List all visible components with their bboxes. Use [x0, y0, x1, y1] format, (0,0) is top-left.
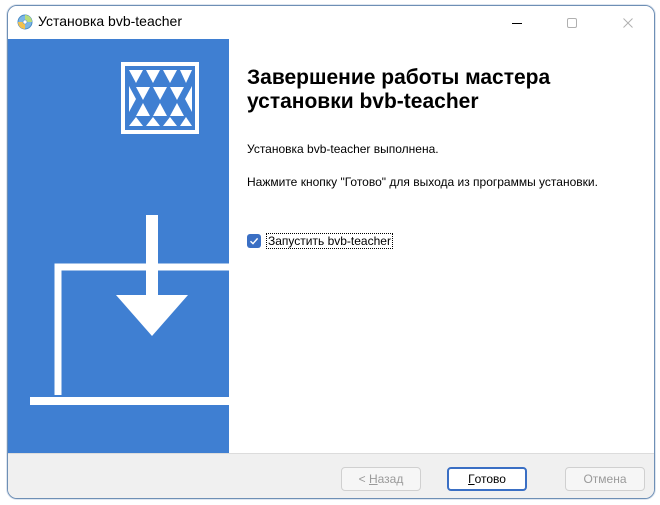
launch-app-checkbox[interactable] [247, 234, 261, 248]
back-button[interactable]: < Назад [341, 467, 421, 491]
back-button-prefix: < [358, 472, 369, 486]
maximize-icon [567, 17, 577, 28]
window-title: Установка bvb-teacher [38, 13, 182, 29]
finish-button-text: отово [474, 472, 506, 486]
maximize-button[interactable] [549, 6, 595, 39]
cancel-button-label: Отмена [583, 472, 627, 486]
minimize-button[interactable] [494, 6, 540, 39]
page-title: Завершение работы мастера установки bvb-… [247, 66, 551, 113]
launch-app-option[interactable]: Запустить bvb-teacher [247, 233, 393, 249]
triangle-pattern-logo [121, 62, 199, 134]
exit-hint-message: Нажмите кнопку "Готово" для выхода из пр… [247, 175, 598, 189]
banner-art [30, 62, 229, 405]
installer-disc-icon [17, 14, 33, 30]
finish-button[interactable]: Готово [447, 467, 527, 491]
installer-window: Установка bvb-teacher Завершение работы … [7, 5, 655, 499]
minimize-icon [512, 22, 522, 24]
wizard-banner [8, 39, 229, 453]
launch-app-label[interactable]: Запустить bvb-teacher [266, 233, 393, 249]
laptop-download-icon [30, 215, 229, 405]
back-button-accel: Н [368, 472, 378, 486]
completion-message: Установка bvb-teacher выполнена. [247, 142, 439, 156]
back-button-text: азад [377, 472, 404, 486]
button-bar: < Назад Готово Отмена [8, 453, 654, 498]
cancel-button[interactable]: Отмена [565, 467, 645, 491]
close-button[interactable] [605, 6, 651, 39]
checkmark-icon [250, 237, 259, 245]
title-bar[interactable]: Установка bvb-teacher [8, 6, 654, 39]
wizard-content: Завершение работы мастера установки bvb-… [229, 39, 654, 453]
close-icon [623, 17, 633, 28]
